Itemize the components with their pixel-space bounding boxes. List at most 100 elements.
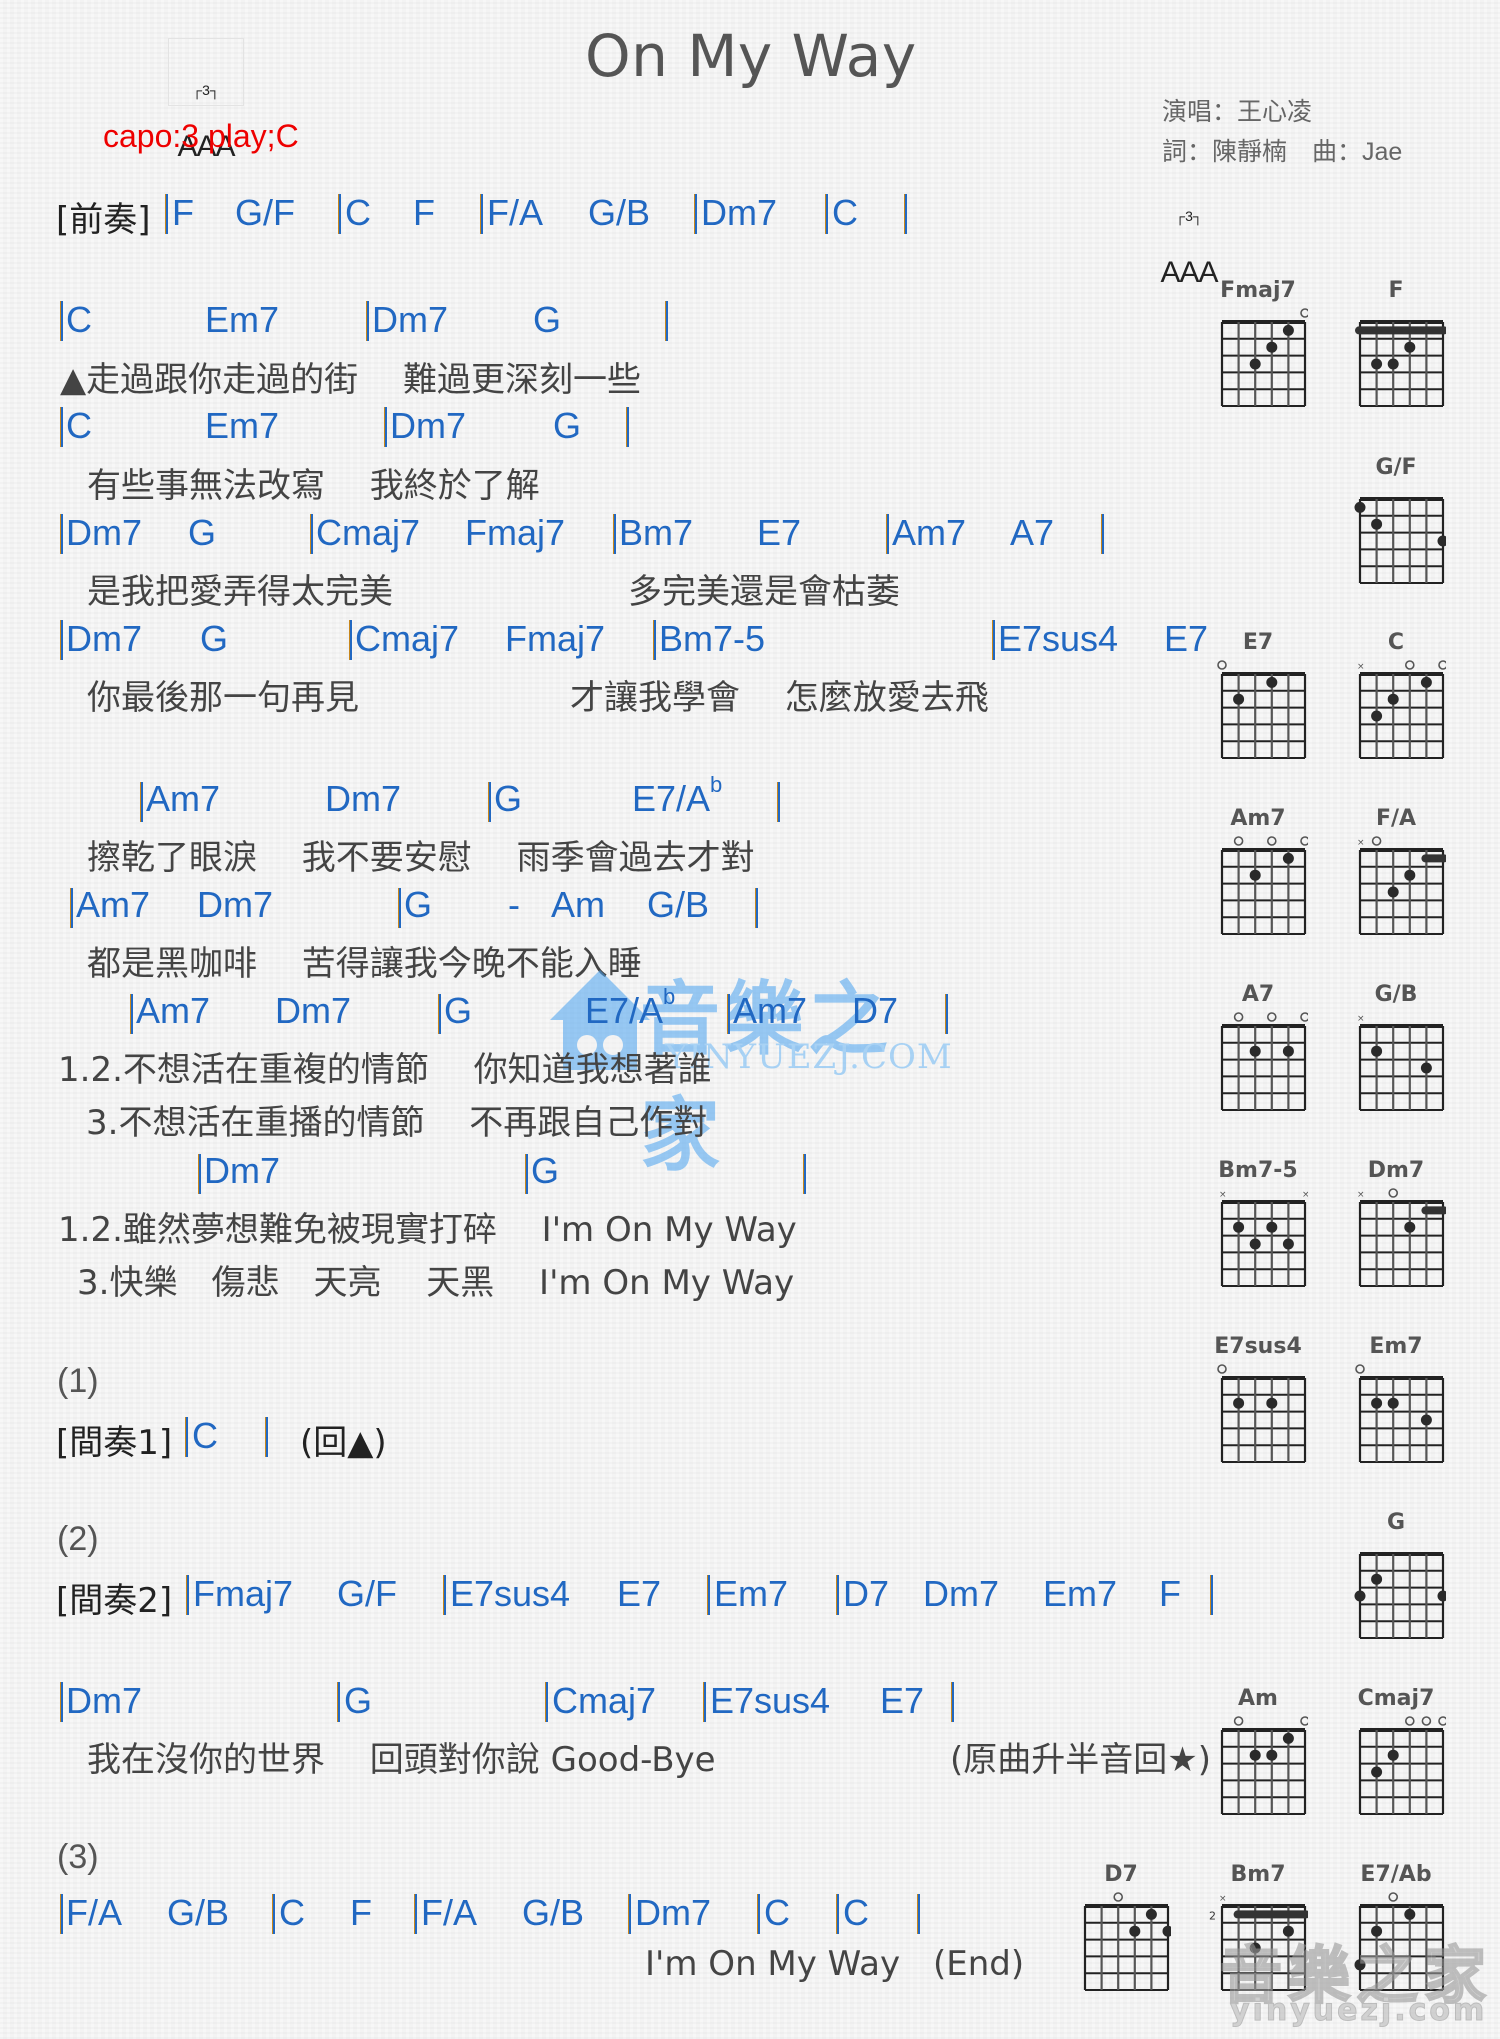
finger-dot [1145,1908,1157,1920]
chord-diagram-e7: E7 [1208,630,1308,760]
open-string-icon [1355,1364,1365,1374]
lyric-line: 3.不想活在重播的情節 不再跟自己作對 [86,1103,708,1143]
chord-diagram-name: Em7 [1369,1334,1423,1359]
open-string-icon [1388,1892,1399,1902]
chord-diagram-g-b: G/B × [1346,982,1446,1112]
watermark-corner: 音樂之家 yinyuezj.com [1210,1925,1500,2035]
finger-dot [1282,1238,1294,1250]
chord: G [200,618,229,659]
fretboard-grid [1220,1012,1308,1111]
lyric-line: 1.2.不想活在重複的情節 你知道我想著誰 [58,1050,712,1090]
finger-dot [1371,1766,1383,1778]
chord: Dm7 [275,990,352,1031]
chord: E7 [617,1573,662,1614]
finger-dot [1387,358,1399,370]
open-string-icon [1300,1716,1308,1726]
open-string-icon [1233,1716,1244,1726]
chord: Fmaj7 [505,618,606,659]
fretboard-grid [1358,1716,1446,1815]
bar-line [140,782,143,822]
chord-diagram-am: Am [1208,1686,1308,1816]
chord: Dm7 [197,884,274,925]
finger-dot [1162,1925,1171,1937]
chord-diagram-name: F [1388,278,1404,303]
chord-diagram-name: Cmaj7 [1357,1686,1435,1711]
bar-line [628,1894,631,1934]
finger-dot [1266,1397,1278,1409]
rhythm-pattern-left: ┌3┐ AAA [168,38,244,162]
finger-dot [1437,1590,1446,1602]
bar-line [443,1575,446,1615]
chord-diagram-em7: Em7 [1346,1334,1446,1464]
chord: A7 [1010,512,1055,553]
chord: C [832,192,858,233]
fretboard-grid: × × [1219,1190,1308,1287]
watermark-corner-url: yinyuezj.com [1229,1993,1488,2029]
chord: C [192,1415,218,1456]
open-string-icon [1113,1892,1124,1902]
chord-diagram-g-f: G/F [1346,455,1446,585]
fretboard-grid [1217,1364,1307,1463]
chord: Em7 [1043,1573,1118,1614]
bar-line [1101,514,1104,554]
chord: F/A [487,192,544,233]
fretboard-grid [1220,308,1308,407]
bar-line [165,194,168,234]
chord-diagram-name: E7 [1242,630,1274,655]
open-string-icon [1300,308,1308,318]
muted-string-icon: × [1219,1190,1227,1200]
chord: Cmaj7 [355,618,460,659]
barre-icon [1421,1206,1446,1215]
chord-diagram-g: G [1346,1510,1446,1640]
bar-line [525,1154,528,1194]
triplet-bracket: ┌3┐ [1175,208,1203,224]
bar-line [480,194,483,234]
chord-diagram-dm7: Dm7 × [1346,1158,1446,1288]
open-string-icon [1404,660,1415,670]
chord-diagram-f: F [1346,278,1446,408]
chord: C [843,1892,869,1933]
chord: C [66,299,92,340]
intro-line: [前奏] F G/F C F F/A G/B Dm7 C [0,190,1150,240]
bar-line [338,194,341,234]
lyric-line: I'm On My Way [645,1944,901,1984]
chord: E7 [880,1680,925,1721]
chord: G [404,884,433,925]
chord: G/B [647,884,710,925]
finger-dot [1371,1573,1383,1585]
fret-number: 2 [1209,1909,1216,1922]
chord: Am7 [76,884,151,925]
finger-dot [1249,869,1261,881]
lyric-line: 有些事無法改寫 我終於了解 [87,466,540,506]
muted-string-icon: × [1357,1014,1365,1024]
muted-string-icon: × [1219,1894,1227,1904]
chord-diagram-name: G/F [1375,455,1417,480]
finger-dot [1437,535,1446,547]
bar-line [130,994,133,1034]
bar-line [694,194,697,234]
finger-dot [1233,693,1245,705]
finger-dot [1249,358,1261,370]
chord: G [444,990,473,1031]
verse-chords-3: Dm7 G Cmaj7 Fmaj7 Bm7 E7 Am7 A7 [0,510,1150,560]
finger-dot [1371,358,1383,370]
finger-dot [1371,1045,1383,1057]
lyric-line: ▲走過跟你走過的街 難過更深刻一些 [60,360,641,400]
chord: Em7 [205,405,280,446]
chord: Fmaj7 [193,1573,294,1614]
chord-diagram-name: Dm7 [1367,1158,1425,1183]
bar-line [186,1575,189,1615]
rhythm-pattern-right: ┌3┐ AAA [1152,165,1226,288]
fretboard-grid: × [1357,836,1446,935]
open-string-icon [1233,836,1244,846]
chord-diagram-name: E7/Ab [1360,1862,1432,1887]
fretboard-grid [1355,1364,1445,1463]
bar-line [992,620,995,660]
outro-chords: F/A G/B C F F/A G/B Dm7 C C [0,1890,1000,1940]
interlude-1-label: [間奏1] [56,1423,173,1463]
bar-line [757,1894,760,1934]
bar-line [803,1154,806,1194]
finger-dot [1371,1397,1383,1409]
chord: G [531,1150,560,1191]
chord: G/B [522,1892,585,1933]
